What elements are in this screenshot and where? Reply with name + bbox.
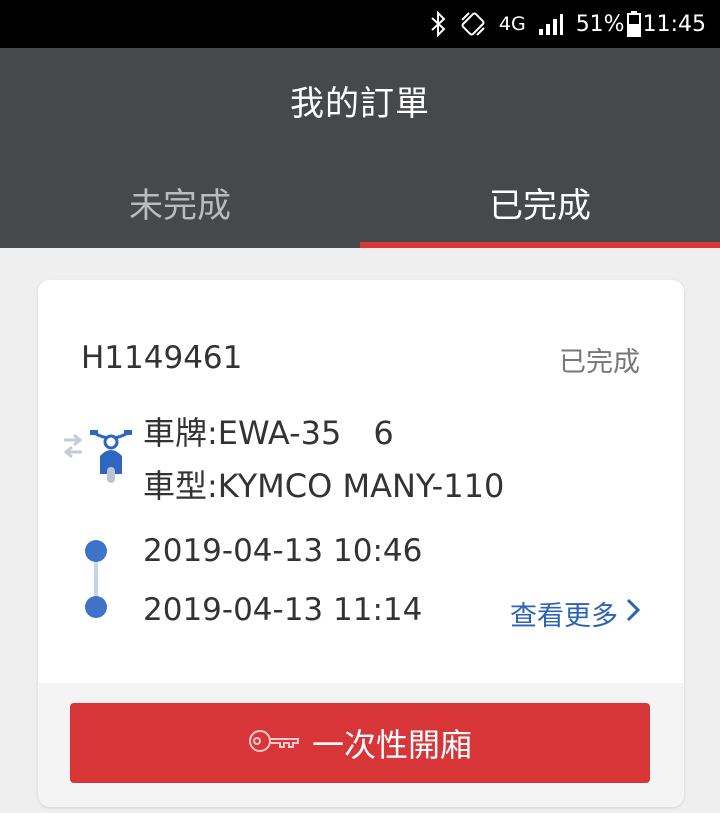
chevron-right-icon: [626, 598, 641, 629]
order-card[interactable]: H1149461 已完成 車牌:EWA-35 6 車型:KYMCO MANY-1…: [38, 280, 684, 807]
battery-icon: [626, 11, 641, 37]
signal-icon: [538, 13, 564, 35]
start-time: 2019-04-13 10:46: [143, 533, 423, 569]
clock: 11:45: [642, 11, 706, 37]
status-badge: 已完成: [559, 347, 640, 378]
key-icon: [248, 725, 300, 762]
bluetooth-icon: [429, 11, 447, 37]
timeline-end-dot: [85, 596, 107, 618]
timeline-line: [94, 560, 98, 598]
scooter-icon: [60, 422, 140, 484]
vehicle-model: 車型:KYMCO MANY-110: [143, 467, 505, 505]
view-more-link[interactable]: 查看更多: [510, 594, 641, 633]
unlock-label: 一次性開廂: [311, 727, 472, 763]
network-type: 4G: [498, 13, 526, 35]
page-title: 我的訂單: [290, 84, 430, 124]
active-tab-indicator: [360, 242, 720, 248]
timeline-start-dot: [85, 540, 107, 562]
app-header: 我的訂單 未完成 已完成: [0, 48, 720, 248]
battery-percent: 51%: [575, 11, 625, 37]
one-time-unlock-button[interactable]: 一次性開廂: [70, 703, 650, 783]
vibrate-icon: [459, 10, 487, 38]
view-more-label: 查看更多: [510, 601, 618, 632]
status-bar: 4G 51% 11:45: [0, 0, 720, 48]
end-time: 2019-04-13 11:14: [143, 592, 423, 628]
tab-pending[interactable]: 未完成: [0, 174, 360, 248]
order-id: H1149461: [81, 340, 243, 376]
plate-number: 車牌:EWA-35 6: [143, 414, 394, 452]
tab-completed[interactable]: 已完成: [360, 174, 720, 248]
